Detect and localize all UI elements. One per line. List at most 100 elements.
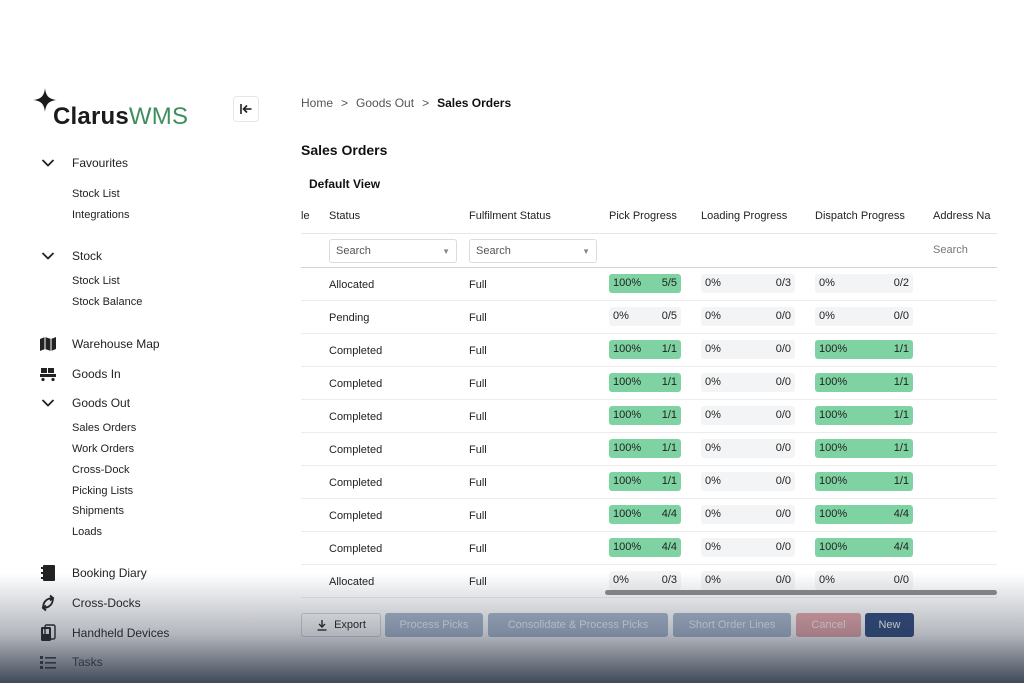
breadcrumb-home[interactable]: Home xyxy=(301,96,333,110)
table-row[interactable]: Completed Full 100% 1/1 0% 0/0 100% 1/1 xyxy=(301,367,997,400)
dispatch-progress-bar: 100% 1/1 xyxy=(815,472,913,491)
loading-progress-percent: 0% xyxy=(705,343,721,355)
status-cell: Completed xyxy=(329,510,383,522)
consolidate-process-picks-button[interactable]: Consolidate & Process Picks xyxy=(488,613,668,637)
nav-warehouse-map[interactable]: Warehouse Map xyxy=(38,334,160,354)
dispatch-progress-count: 0/0 xyxy=(893,310,909,322)
nav-stock[interactable]: Stock xyxy=(38,246,102,266)
dispatch-progress-percent: 100% xyxy=(819,376,848,388)
table-row[interactable]: Completed Full 100% 4/4 0% 0/0 100% 4/4 xyxy=(301,499,997,532)
column-header-loading-progress[interactable]: Loading Progress xyxy=(701,210,787,222)
table-row[interactable]: Completed Full 100% 1/1 0% 0/0 100% 1/1 xyxy=(301,400,997,433)
table-row[interactable]: Completed Full 100% 1/1 0% 0/0 100% 1/1 xyxy=(301,334,997,367)
export-button[interactable]: Export xyxy=(301,613,381,637)
dispatch-progress-count: 1/1 xyxy=(893,442,909,454)
column-header-partial[interactable]: le xyxy=(301,210,310,222)
loading-progress-count: 0/0 xyxy=(775,376,791,388)
nav-shipments[interactable]: Shipments xyxy=(72,505,124,517)
process-picks-button[interactable]: Process Picks xyxy=(385,613,483,637)
fulfilment-cell: Full xyxy=(469,345,487,357)
nav-booking-diary[interactable]: Booking Diary xyxy=(38,563,147,583)
column-header-dispatch-progress[interactable]: Dispatch Progress xyxy=(815,210,905,222)
loading-progress-bar: 0% 0/0 xyxy=(701,538,795,557)
short-order-lines-button[interactable]: Short Order Lines xyxy=(673,613,791,637)
dispatch-progress-percent: 100% xyxy=(819,541,848,553)
status-filter-select[interactable]: Search ▼ xyxy=(329,239,457,263)
nav-favourites[interactable]: Favourites xyxy=(38,153,128,173)
status-cell: Allocated xyxy=(329,576,375,588)
chevron-down-icon xyxy=(38,393,58,413)
column-header-address-name[interactable]: Address Na xyxy=(933,210,990,222)
nav-sales-orders[interactable]: Sales Orders xyxy=(72,422,136,434)
pick-progress-percent: 0% xyxy=(613,574,629,586)
status-cell: Completed xyxy=(329,378,383,390)
loading-progress-bar: 0% 0/0 xyxy=(701,340,795,359)
caret-down-icon: ▼ xyxy=(442,246,450,256)
dispatch-progress-count: 0/0 xyxy=(893,574,909,586)
view-selector[interactable]: Default View xyxy=(309,177,380,191)
status-cell: Completed xyxy=(329,477,383,489)
breadcrumb-goods-out[interactable]: Goods Out xyxy=(356,96,414,110)
loading-progress-percent: 0% xyxy=(705,310,721,322)
address-filter-input[interactable]: Search xyxy=(933,244,968,256)
status-filter-placeholder: Search xyxy=(336,245,371,257)
nav-goods-in[interactable]: Goods In xyxy=(38,364,121,384)
nav-handheld-devices-label: Handheld Devices xyxy=(72,626,170,640)
pick-progress-count: 1/1 xyxy=(661,376,677,388)
logo-accent-text: WMS xyxy=(128,103,189,130)
nav-fav-integrations[interactable]: Integrations xyxy=(72,209,129,221)
column-header-fulfilment[interactable]: Fulfilment Status xyxy=(469,210,551,222)
dispatch-progress-bar: 100% 1/1 xyxy=(815,340,913,359)
star-icon xyxy=(33,88,57,112)
table-row[interactable]: Allocated Full 100% 5/5 0% 0/3 0% 0/2 xyxy=(301,268,997,301)
loading-progress-count: 0/0 xyxy=(775,508,791,520)
pick-progress-percent: 100% xyxy=(613,541,642,553)
nav-picking-lists[interactable]: Picking Lists xyxy=(72,485,133,497)
pick-progress-bar: 100% 1/1 xyxy=(609,340,681,359)
app-logo[interactable]: ClarusWMS xyxy=(33,88,188,132)
pick-progress-bar: 0% 0/5 xyxy=(609,307,681,326)
nav-goods-out[interactable]: Goods Out xyxy=(38,393,130,413)
table-row[interactable]: Completed Full 100% 1/1 0% 0/0 100% 1/1 xyxy=(301,433,997,466)
pick-progress-bar: 100% 1/1 xyxy=(609,373,681,392)
fulfilment-cell: Full xyxy=(469,411,487,423)
table-row[interactable]: Pending Full 0% 0/5 0% 0/0 0% 0/0 xyxy=(301,301,997,334)
table-row[interactable]: Completed Full 100% 4/4 0% 0/0 100% 4/4 xyxy=(301,532,997,565)
cross-docks-icon xyxy=(38,593,58,613)
loading-progress-count: 0/0 xyxy=(775,310,791,322)
column-header-pick-progress[interactable]: Pick Progress xyxy=(609,210,677,222)
fulfilment-cell: Full xyxy=(469,444,487,456)
nav-booking-diary-label: Booking Diary xyxy=(72,566,147,580)
pick-progress-bar: 100% 1/1 xyxy=(609,439,681,458)
nav-cross-dock[interactable]: Cross-Dock xyxy=(72,464,129,476)
collapse-sidebar-button[interactable] xyxy=(233,96,259,122)
nav-loads[interactable]: Loads xyxy=(72,526,102,538)
new-button[interactable]: New xyxy=(865,613,914,637)
status-cell: Completed xyxy=(329,345,383,357)
dispatch-progress-count: 4/4 xyxy=(893,541,909,553)
fulfilment-cell: Full xyxy=(469,312,487,324)
breadcrumb-current: Sales Orders xyxy=(437,96,512,110)
pick-progress-percent: 100% xyxy=(613,277,642,289)
horizontal-scrollbar[interactable] xyxy=(605,590,997,595)
loading-progress-bar: 0% 0/0 xyxy=(701,439,795,458)
nav-work-orders[interactable]: Work Orders xyxy=(72,443,134,455)
nav-cross-docks[interactable]: Cross-Docks xyxy=(38,593,141,613)
nav-tasks[interactable]: Tasks xyxy=(38,652,103,672)
collapse-left-icon xyxy=(240,104,252,114)
column-header-status[interactable]: Status xyxy=(329,210,360,222)
nav-stock-balance[interactable]: Stock Balance xyxy=(72,296,142,308)
tasks-icon xyxy=(38,652,58,672)
loading-progress-count: 0/0 xyxy=(775,574,791,586)
nav-fav-stock-list[interactable]: Stock List xyxy=(72,188,120,200)
table-row[interactable]: Completed Full 100% 1/1 0% 0/0 100% 1/1 xyxy=(301,466,997,499)
nav-stock-list[interactable]: Stock List xyxy=(72,275,120,287)
cancel-button[interactable]: Cancel xyxy=(796,613,861,637)
pick-progress-percent: 100% xyxy=(613,475,642,487)
fulfilment-filter-select[interactable]: Search ▼ xyxy=(469,239,597,263)
fulfilment-cell: Full xyxy=(469,510,487,522)
nav-handheld-devices[interactable]: Handheld Devices xyxy=(38,623,169,643)
pick-progress-bar: 100% 4/4 xyxy=(609,538,681,557)
breadcrumb-separator: > xyxy=(422,96,430,110)
pick-progress-bar: 0% 0/3 xyxy=(609,571,681,590)
